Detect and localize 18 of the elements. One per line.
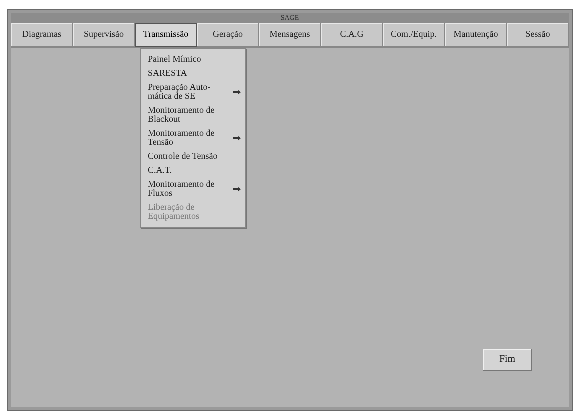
menu-tab[interactable]: Sessão: [507, 23, 569, 47]
menu-item[interactable]: Preparação Auto-mática de SE: [148, 83, 232, 101]
menu-item[interactable]: SARESTA: [148, 69, 232, 78]
menu-tab[interactable]: Manutenção: [445, 23, 507, 47]
exit-button[interactable]: Fim: [483, 348, 532, 370]
menu-tab[interactable]: Mensagens: [259, 23, 321, 47]
menu-item[interactable]: Monitoramento de Tensão: [148, 129, 232, 147]
menu-tab[interactable]: Geração: [197, 23, 259, 47]
menu-item[interactable]: C.A.T.: [148, 166, 232, 175]
menu-tab[interactable]: Transmissão: [135, 23, 197, 47]
menu-item[interactable]: Monitoramento de Blackout: [148, 106, 232, 124]
menu-tab[interactable]: Com./Equip.: [383, 23, 445, 47]
menu-item[interactable]: Controle de Tensão: [148, 152, 232, 161]
menu-item[interactable]: Monitoramento de Fluxos: [148, 180, 232, 198]
menu-tab[interactable]: Supervisão: [73, 23, 135, 47]
menu-tab[interactable]: C.A.G: [321, 23, 383, 47]
menu-item[interactable]: Painel Mímico: [148, 55, 232, 64]
menu-tab[interactable]: Diagramas: [11, 23, 73, 47]
